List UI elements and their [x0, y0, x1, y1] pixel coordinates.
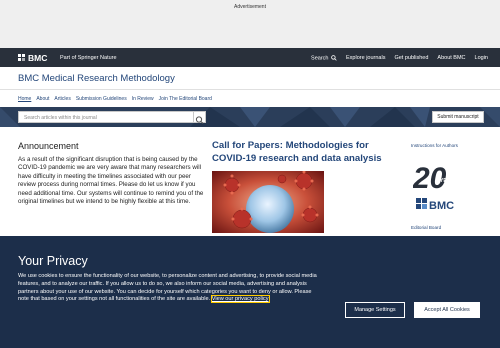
covid-virus-image[interactable]	[212, 171, 324, 233]
call-for-papers-title[interactable]: Call for Papers: Methodologies for COVID…	[212, 140, 390, 165]
subnav-submission-guidelines[interactable]: Submission Guidelines	[76, 96, 127, 102]
search-band: Search articles within this journal Subm…	[0, 107, 500, 127]
logo-brand: BMC	[429, 200, 454, 212]
brand-name: BMC	[28, 53, 48, 63]
privacy-banner: Your Privacy We use cookies to ensure th…	[0, 236, 500, 348]
journal-title[interactable]: BMC Medical Research Methodology	[18, 73, 175, 84]
manage-settings-button[interactable]: Manage Settings	[345, 302, 405, 318]
journal-subnav: Home About Articles Submission Guideline…	[18, 96, 212, 102]
nav-search-label: Search	[311, 54, 329, 61]
nav-login[interactable]: Login	[475, 55, 488, 61]
subnav-articles[interactable]: Articles	[54, 96, 70, 102]
search-icon	[331, 54, 337, 61]
announcement-body: As a result of the significant disruptio…	[18, 156, 204, 206]
search-button[interactable]	[193, 111, 206, 124]
submit-manuscript-button[interactable]: Submit manuscript	[432, 111, 484, 123]
nav-about-bmc[interactable]: About BMC	[437, 55, 465, 61]
privacy-policy-link[interactable]: View our privacy policy	[210, 295, 270, 304]
search-icon	[195, 116, 204, 124]
accept-all-cookies-button[interactable]: Accept All Cookies	[414, 302, 480, 318]
bmc-20-years-logo: 20 YEARS BMC	[412, 158, 465, 218]
nav-search[interactable]: Search	[311, 54, 337, 61]
subnav-home[interactable]: Home	[18, 96, 31, 102]
advertisement-area: Advertisement	[0, 0, 500, 48]
nav-get-published[interactable]: Get published	[394, 55, 428, 61]
privacy-text: We use cookies to ensure the functionali…	[18, 273, 318, 304]
editorial-board-link[interactable]: Editorial Board	[411, 225, 441, 230]
anniversary-logo-graphic: 20 YEARS BMC	[412, 162, 458, 212]
nav-explore-journals[interactable]: Explore journals	[346, 55, 385, 61]
top-navigation: BMC Part of Springer Nature Search Explo…	[0, 48, 500, 67]
privacy-title: Your Privacy	[18, 254, 88, 268]
announcement-title: Announcement	[18, 141, 79, 151]
advertisement-label: Advertisement	[234, 4, 266, 10]
top-nav-links: Search Explore journals Get published Ab…	[311, 55, 488, 61]
virus-illustration	[212, 171, 324, 233]
bmc-logo-icon	[18, 54, 26, 62]
subnav-join-editorial-board[interactable]: Join The Editorial Board	[159, 96, 212, 102]
divider	[0, 89, 500, 90]
instructions-for-authors-link[interactable]: Instructions for Authors	[411, 143, 458, 148]
part-of-springer-nature[interactable]: Part of Springer Nature	[60, 55, 117, 61]
subnav-about[interactable]: About	[36, 96, 49, 102]
privacy-description: We use cookies to ensure the functionali…	[18, 273, 317, 303]
logo-years: YEARS	[440, 178, 458, 184]
bmc-logo[interactable]: BMC	[18, 53, 47, 63]
bmc-logo-icon	[416, 198, 427, 209]
subnav-in-review[interactable]: In Review	[132, 96, 154, 102]
search-input[interactable]: Search articles within this journal	[18, 111, 194, 123]
